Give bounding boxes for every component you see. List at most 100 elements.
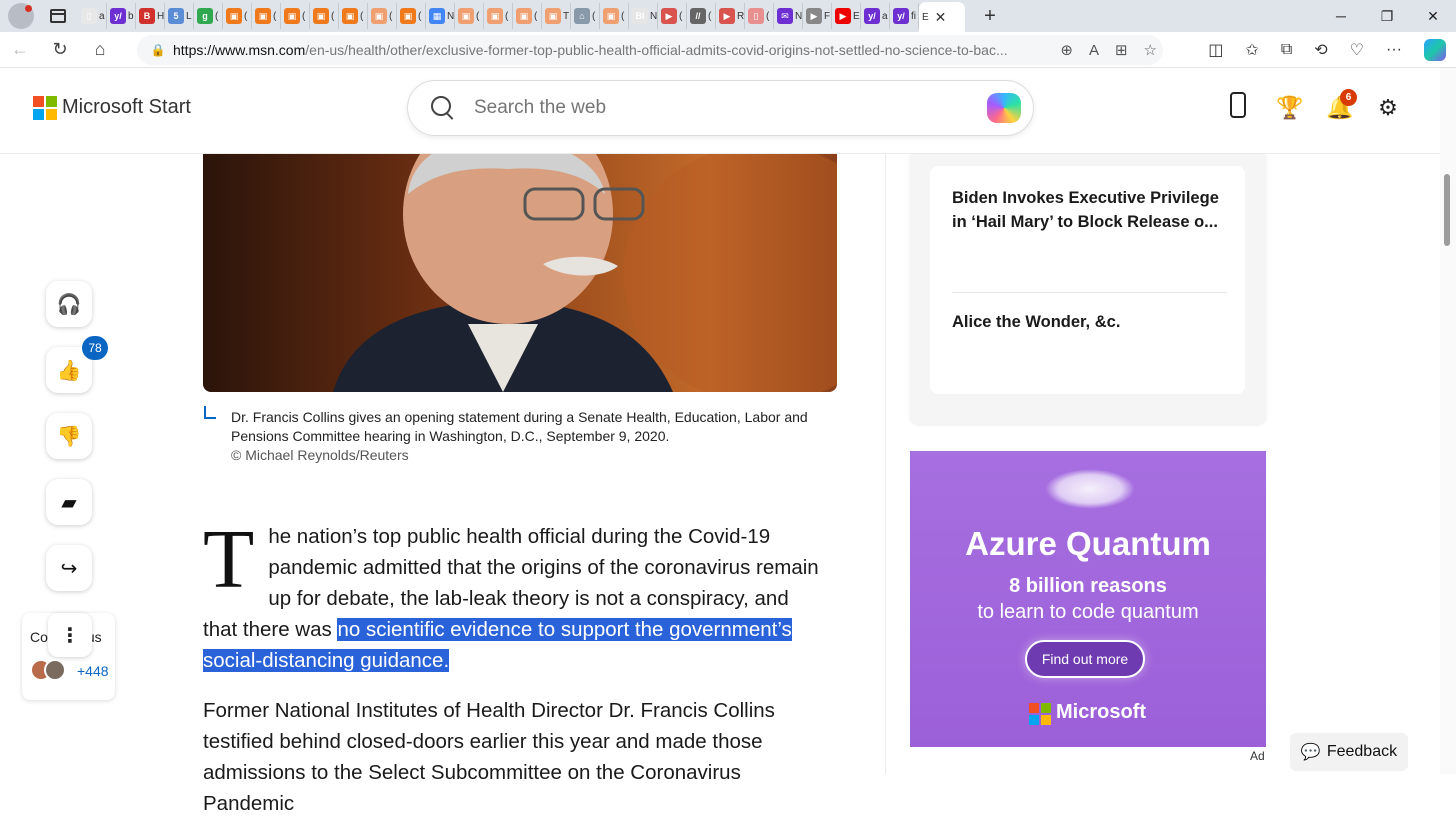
minimize-button[interactable]: ─: [1318, 0, 1364, 32]
split-screen-icon[interactable]: ◫: [1208, 40, 1223, 60]
browser-tab[interactable]: ▣(: [281, 3, 310, 29]
close-window-button[interactable]: ✕: [1410, 0, 1456, 32]
tab-favicon-icon: ▯: [748, 8, 764, 24]
tab-title: (: [592, 10, 596, 22]
page-scrollbar[interactable]: [1440, 68, 1456, 774]
hide-comments-button[interactable]: ▰: [46, 479, 92, 525]
photo-illustration: [333, 154, 837, 392]
search-box[interactable]: [407, 80, 1034, 136]
share-button[interactable]: ↪: [46, 545, 92, 591]
browser-tab[interactable]: ▦ N: [426, 3, 455, 29]
browser-tab[interactable]: 5L: [165, 3, 194, 29]
refresh-button[interactable]: ↻: [40, 39, 80, 60]
browser-tab[interactable]: ▶(: [658, 3, 687, 29]
rewards-trophy-icon[interactable]: 🏆: [1276, 95, 1303, 121]
settings-gear-icon[interactable]: ⚙: [1376, 95, 1400, 121]
tab-title: fi: [911, 10, 916, 22]
brand-name[interactable]: Microsoft Start: [62, 96, 191, 119]
browser-tab[interactable]: y/a: [861, 3, 890, 29]
collections-icon[interactable]: ⧉: [1281, 41, 1292, 59]
browser-tab[interactable]: ▣(: [455, 3, 484, 29]
microsoft-logo-icon[interactable]: [33, 96, 57, 120]
favorite-star-icon[interactable]: ☆: [1144, 41, 1157, 59]
browser-tab[interactable]: ▣(: [397, 3, 426, 29]
listen-headphones-button[interactable]: 🎧: [46, 281, 92, 327]
comments-count[interactable]: +448: [77, 663, 109, 679]
tab-favicon-icon: y/: [893, 8, 909, 24]
copilot-icon[interactable]: [1424, 39, 1446, 61]
browser-tab[interactable]: g(: [194, 3, 223, 29]
tab-favicon-icon: 5: [168, 8, 184, 24]
story-link[interactable]: Alice the Wonder, &c.: [952, 310, 1222, 334]
search-icon[interactable]: [428, 93, 458, 123]
tab-title: (: [476, 10, 480, 22]
find-out-more-button[interactable]: Find out more: [1025, 640, 1145, 678]
feedback-button[interactable]: 💬 Feedback: [1290, 733, 1408, 771]
browser-tab[interactable]: ⌂(: [571, 3, 600, 29]
drop-cap: T: [203, 513, 255, 606]
related-stories-list: Biden Invokes Executive Privilege in ‘Ha…: [930, 166, 1245, 394]
notifications-bell-icon[interactable]: 🔔 6: [1326, 89, 1357, 121]
browser-tab[interactable]: ▣(: [310, 3, 339, 29]
browser-tab[interactable]: //(: [687, 3, 716, 29]
browser-tab[interactable]: ▣(: [339, 3, 368, 29]
browser-tab[interactable]: ▶ E: [832, 3, 861, 29]
azure-quantum-ad[interactable]: Azure Quantum 8 billion reasons to learn…: [910, 451, 1266, 747]
tab-favicon-icon: ▣: [255, 8, 271, 24]
tab-actions-icon[interactable]: [50, 9, 66, 23]
phone-icon[interactable]: [1226, 92, 1250, 124]
ad-brand: Microsoft: [1056, 701, 1146, 723]
browser-tab[interactable]: ▣(: [368, 3, 397, 29]
browser-tab[interactable]: ▣(: [252, 3, 281, 29]
tab-title: N: [447, 10, 455, 22]
search-input[interactable]: [474, 97, 954, 119]
dislike-button[interactable]: 👎: [46, 413, 92, 459]
tab-title: (: [621, 10, 625, 22]
tab-favicon-icon: ▶: [835, 8, 851, 24]
favorites-icon[interactable]: ✩: [1245, 40, 1258, 60]
more-menu-icon[interactable]: ···: [1386, 41, 1402, 59]
tab-title: a: [882, 10, 888, 22]
browser-tab[interactable]: y/fi: [890, 3, 919, 29]
history-icon[interactable]: ⟲: [1314, 40, 1327, 60]
browser-tab[interactable]: ▣(: [600, 3, 629, 29]
comments-widget[interactable]: Co us ⋮ +448: [22, 613, 115, 700]
tab-favicon-icon: ⌂: [574, 8, 590, 24]
close-tab-icon[interactable]: ✕: [935, 9, 947, 26]
browser-tab[interactable]: ▶ R: [716, 3, 745, 29]
story-link[interactable]: Biden Invokes Executive Privilege in ‘Ha…: [952, 186, 1222, 234]
more-options-button[interactable]: ⋮: [48, 613, 92, 657]
browser-tab[interactable]: ▣(: [223, 3, 252, 29]
restore-button[interactable]: ❐: [1364, 0, 1410, 32]
browser-essentials-icon[interactable]: ♡: [1350, 40, 1364, 60]
app-available-icon[interactable]: ⊞: [1115, 41, 1128, 59]
copilot-search-icon[interactable]: [987, 93, 1021, 123]
browser-tab[interactable]: ▣ T: [542, 3, 571, 29]
zoom-icon[interactable]: ⊕: [1060, 41, 1073, 59]
browser-tab[interactable]: ▶ F: [803, 3, 832, 29]
read-aloud-icon[interactable]: A: [1089, 42, 1099, 59]
browser-tab[interactable]: ▣(: [484, 3, 513, 29]
tab-favicon-icon: ▶: [719, 8, 735, 24]
browser-tab[interactable]: ▯(: [745, 3, 774, 29]
scrollbar-thumb[interactable]: [1444, 174, 1450, 246]
ad-label[interactable]: Ad: [1250, 749, 1265, 763]
tab-favicon-icon: ▣: [516, 8, 532, 24]
new-tab-button[interactable]: +: [975, 5, 1005, 28]
home-button[interactable]: ⌂: [80, 39, 120, 60]
feedback-icon: 💬: [1300, 744, 1321, 761]
lock-icon[interactable]: 🔒: [143, 43, 173, 57]
tab-title: (: [273, 10, 277, 22]
browser-tab[interactable]: ▣(: [513, 3, 542, 29]
browser-tab[interactable]: ✉ N: [774, 3, 803, 29]
url-field[interactable]: 🔒 https://www.msn.com/en-us/health/other…: [137, 35, 1163, 65]
browser-tab[interactable]: ▯ a: [78, 3, 107, 29]
column-divider: [885, 154, 886, 774]
browser-tab[interactable]: BI N: [629, 3, 658, 29]
back-button[interactable]: ←: [0, 39, 40, 60]
active-tab[interactable]: E ✕: [919, 2, 965, 32]
browser-tab[interactable]: BH: [136, 3, 165, 29]
tab-title: (: [302, 10, 306, 22]
profile-avatar-icon[interactable]: [8, 3, 34, 29]
browser-tab[interactable]: y/b: [107, 3, 136, 29]
